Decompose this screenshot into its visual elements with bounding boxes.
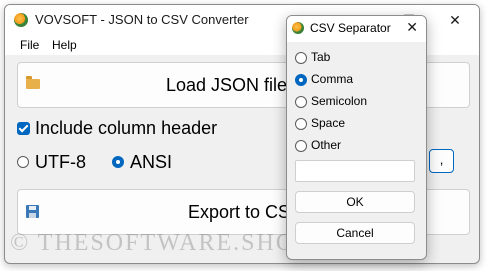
- dialog-title-bar[interactable]: CSV Separator ✕: [287, 16, 426, 42]
- other-separator-input[interactable]: [295, 160, 415, 182]
- separator-label-tab: Tab: [311, 50, 331, 64]
- separator-radio-space[interactable]: [295, 118, 307, 130]
- export-csv-label: Export to CSV: [188, 202, 303, 222]
- dialog-close-button[interactable]: ✕: [406, 19, 418, 36]
- separator-radio-semicolon[interactable]: [295, 96, 307, 108]
- menu-help[interactable]: Help: [52, 38, 77, 52]
- separator-button[interactable]: ,: [429, 149, 454, 173]
- encoding-radio-utf8[interactable]: [17, 156, 29, 168]
- include-header-checkbox[interactable]: [17, 122, 30, 135]
- encoding-radio-ansi[interactable]: [112, 156, 124, 168]
- load-json-label: Load JSON file: [166, 75, 288, 95]
- cancel-button[interactable]: Cancel: [295, 222, 415, 244]
- separator-radio-other[interactable]: [295, 140, 307, 152]
- close-button[interactable]: ✕: [432, 5, 478, 35]
- include-header-label: Include column header: [35, 118, 218, 138]
- separator-radio-comma[interactable]: [295, 74, 307, 86]
- separator-label-other: Other: [311, 138, 342, 152]
- separator-label-comma: Comma: [311, 72, 354, 86]
- folder-icon: [26, 76, 40, 89]
- encoding-label-utf8: UTF-8: [35, 152, 86, 172]
- encoding-label-ansi: ANSI: [130, 152, 173, 172]
- menu-file[interactable]: File: [20, 38, 39, 52]
- separator-label-semicolon: Semicolon: [311, 94, 368, 108]
- window-title: VOVSOFT - JSON to CSV Converter: [35, 12, 249, 27]
- separator-label-space: Space: [311, 116, 346, 130]
- save-icon: [26, 205, 39, 218]
- watermark-text: © THESOFTWARE.SHOP: [10, 230, 311, 256]
- app-icon: [292, 22, 304, 34]
- dialog-title: CSV Separator: [310, 21, 391, 35]
- csv-separator-dialog: CSV Separator ✕ Tab Comma Semicolon Spac…: [286, 15, 427, 260]
- app-icon: [14, 13, 28, 27]
- ok-button[interactable]: OK: [295, 191, 415, 213]
- separator-radio-tab[interactable]: [295, 52, 307, 64]
